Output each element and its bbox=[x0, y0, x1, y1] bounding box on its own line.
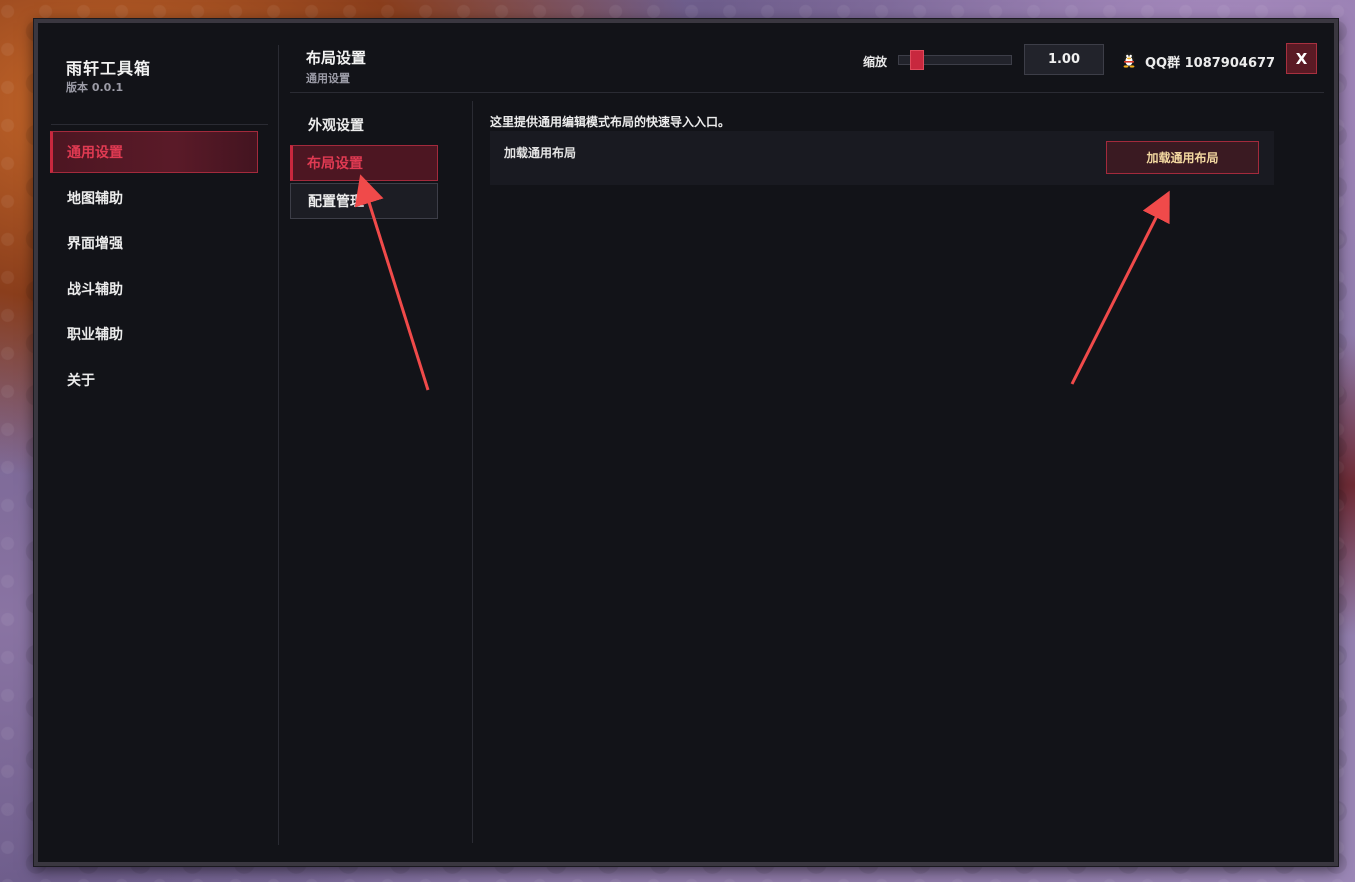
setting-row-label: 加载通用布局 bbox=[504, 146, 577, 160]
sidebar-separator bbox=[278, 45, 279, 845]
header-divider bbox=[290, 92, 1324, 93]
page-title: 布局设置 bbox=[306, 49, 367, 67]
zoom-label: 缩放 bbox=[863, 55, 888, 69]
sidebar-item-label: 界面增强 bbox=[67, 236, 123, 252]
subnav-separator bbox=[472, 101, 473, 843]
qq-group-text: QQ群 1087904677 bbox=[1145, 56, 1276, 71]
app-title: 雨轩工具箱 bbox=[66, 59, 152, 78]
sidebar-item-class[interactable]: 职业辅助 bbox=[50, 313, 258, 355]
load-layout-button[interactable]: 加载通用布局 bbox=[1106, 141, 1259, 174]
subnav-item-layout[interactable]: 布局设置 bbox=[290, 145, 438, 181]
sidebar-item-combat[interactable]: 战斗辅助 bbox=[50, 268, 258, 310]
sidebar-item-ui[interactable]: 界面增强 bbox=[50, 222, 258, 264]
sidebar-divider bbox=[51, 124, 268, 125]
subnav-item-label: 配置管理 bbox=[308, 194, 364, 210]
sidebar: 雨轩工具箱 版本 0.0.1 通用设置 地图辅助 界面增强 战斗辅助 职业辅助 … bbox=[38, 23, 278, 862]
qq-penguin-icon bbox=[1123, 52, 1135, 68]
sidebar-item-label: 战斗辅助 bbox=[67, 281, 123, 298]
close-button[interactable]: X bbox=[1286, 43, 1317, 74]
sidebar-item-label: 地图辅助 bbox=[67, 190, 123, 207]
sidebar-item-label: 通用设置 bbox=[67, 145, 123, 161]
app-version: 版本 0.0.1 bbox=[66, 81, 124, 94]
zoom-slider-thumb[interactable] bbox=[910, 50, 924, 70]
settings-window: 雨轩工具箱 版本 0.0.1 通用设置 地图辅助 界面增强 战斗辅助 职业辅助 … bbox=[34, 19, 1338, 866]
sidebar-item-map[interactable]: 地图辅助 bbox=[50, 177, 258, 219]
sidebar-nav: 通用设置 地图辅助 界面增强 战斗辅助 职业辅助 关于 bbox=[50, 131, 258, 404]
sub-nav: 外观设置 布局设置 配置管理 bbox=[290, 107, 438, 221]
setting-row-load-layout: 加载通用布局 加载通用布局 bbox=[490, 131, 1274, 185]
page-subtitle: 通用设置 bbox=[306, 72, 350, 85]
subnav-item-label: 布局设置 bbox=[307, 156, 363, 172]
zoom-value-input[interactable]: 1.00 bbox=[1024, 44, 1104, 75]
subnav-item-appearance[interactable]: 外观设置 bbox=[290, 107, 438, 143]
sidebar-item-label: 职业辅助 bbox=[67, 327, 123, 343]
content-description: 这里提供通用编辑模式布局的快速导入入口。 bbox=[490, 115, 731, 129]
subnav-item-label: 外观设置 bbox=[308, 118, 364, 134]
subnav-item-profiles[interactable]: 配置管理 bbox=[290, 183, 438, 219]
sidebar-item-general[interactable]: 通用设置 bbox=[50, 131, 258, 173]
sidebar-item-about[interactable]: 关于 bbox=[50, 359, 258, 401]
sidebar-item-label: 关于 bbox=[67, 372, 95, 389]
